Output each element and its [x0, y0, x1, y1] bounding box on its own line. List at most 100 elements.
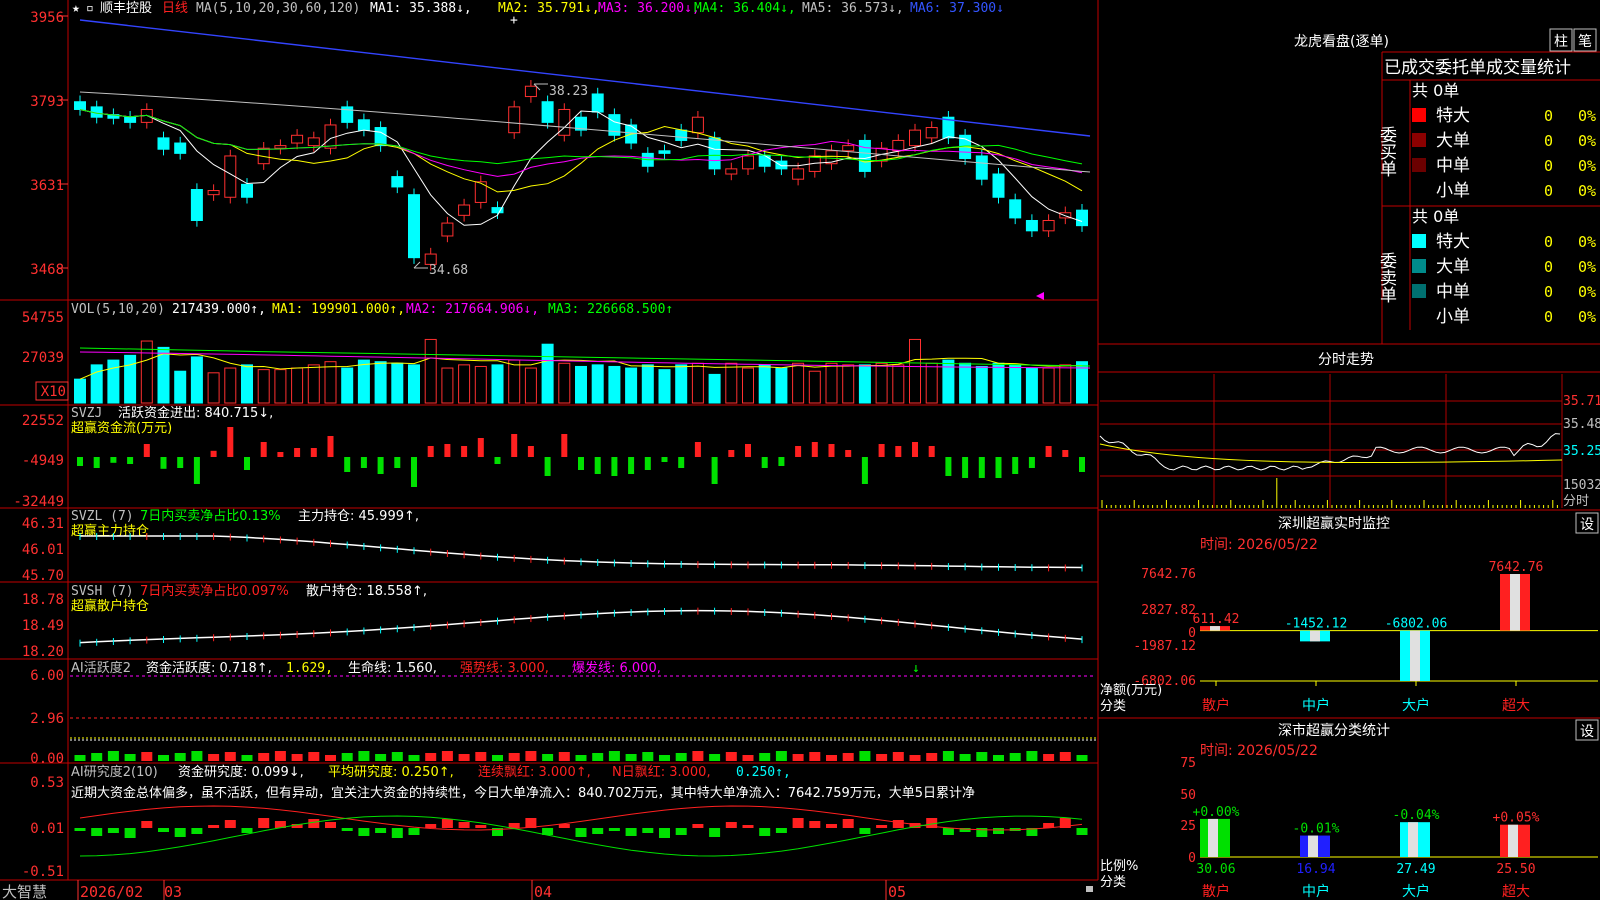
- ai2-label: AI研究度2(10): [71, 764, 158, 780]
- research-bar: [792, 818, 804, 828]
- activity-bar: [425, 753, 437, 761]
- activity-bar: [174, 753, 186, 761]
- activity-bar: [291, 754, 303, 761]
- fund-flow-bar: [360, 457, 367, 468]
- activity-bar: [308, 752, 320, 761]
- tab-bar-label[interactable]: 柱: [1554, 34, 1568, 50]
- activity-bar: [274, 751, 286, 761]
- lock-icon[interactable]: [1086, 886, 1093, 892]
- volume-bar: [1059, 364, 1072, 404]
- volume-bar: [1042, 367, 1055, 404]
- svzj-tick: -4949: [22, 453, 64, 469]
- category-label: 超大: [1502, 884, 1530, 900]
- fund-flow-bar: [177, 457, 184, 468]
- sz-settings-label[interactable]: 设: [1580, 517, 1594, 533]
- research-bar: [224, 820, 236, 828]
- svzj-subtitle: 超赢资金流(万元): [71, 420, 172, 436]
- activity-bar: [775, 751, 787, 761]
- volume-bar: [925, 362, 938, 404]
- research-bar: [558, 824, 570, 828]
- fund-flow-bar: [661, 457, 668, 462]
- volume-bar: [858, 364, 871, 404]
- order-pct: 0%: [1578, 157, 1596, 175]
- sc-settings-label[interactable]: 设: [1580, 724, 1594, 740]
- fund-flow-bar: [978, 457, 985, 478]
- research-bar: [158, 828, 169, 832]
- ai-activity-axis: 6.00 2.96 0.00: [30, 668, 64, 767]
- research-bar: [124, 828, 136, 838]
- sc-unit2: 分类: [1100, 875, 1126, 890]
- activity-bar: [642, 752, 654, 761]
- brand-label[interactable]: 大智慧: [2, 883, 47, 900]
- activity-bar: [191, 751, 203, 761]
- svzl-holding: 主力持仓: 45.999↑,: [298, 509, 419, 524]
- fund-flow-bar: [861, 457, 868, 484]
- volume-bar: [575, 365, 587, 404]
- candle: [1076, 209, 1088, 227]
- fund-flow-bar: [578, 457, 584, 470]
- ma1-value: MA1: 35.388↓,: [370, 1, 472, 16]
- candle: [458, 204, 471, 216]
- fund-flow-bar: [527, 446, 534, 457]
- category-label: 散户: [1202, 697, 1230, 714]
- volume-bar: [90, 364, 103, 404]
- order-color-swatch: [1412, 259, 1426, 273]
- svsh-subtitle: 超赢散户持仓: [71, 598, 149, 614]
- order-count: 0: [1544, 283, 1553, 301]
- candle: [391, 176, 404, 188]
- research-bar: [692, 824, 704, 828]
- fund-flow-bar: [795, 446, 802, 457]
- candle: [274, 145, 287, 149]
- ai1-activity: 资金活跃度: 0.718↑,: [146, 660, 272, 676]
- research-bar: [91, 828, 103, 836]
- candle: [307, 137, 320, 147]
- fund-flow-bar: [728, 450, 735, 457]
- research-bar: [826, 824, 837, 828]
- volume-bar: [691, 362, 704, 404]
- price-tick: 3631: [30, 178, 64, 194]
- side-total: 共 0单: [1412, 81, 1459, 100]
- sz-tick: 2827.82: [1141, 603, 1196, 618]
- ratio-bar-highlight: [1508, 824, 1518, 857]
- activity-bar: [358, 751, 370, 761]
- activity-bar: [926, 753, 938, 761]
- candle: [207, 190, 220, 196]
- ai2-tick: -0.51: [22, 864, 64, 880]
- activity-bar: [692, 751, 704, 761]
- activity-bar: [1026, 751, 1038, 761]
- stock-name[interactable]: 顺丰控股: [100, 1, 152, 16]
- vol-unit: X10: [41, 384, 66, 400]
- order-type: 特大: [1436, 106, 1470, 126]
- tab-tick-label[interactable]: 笔: [1578, 34, 1592, 50]
- intraday-title: 分时走势: [1318, 352, 1374, 368]
- fund-flow-bar: [110, 457, 117, 463]
- order-count: 0: [1544, 233, 1553, 251]
- activity-bar: [542, 754, 554, 761]
- fund-flow-bar: [962, 457, 969, 478]
- volume-bar: [508, 359, 521, 404]
- netflow-bar-highlight: [1310, 630, 1320, 642]
- fund-flow-bar: [227, 427, 234, 457]
- ratio-value: 27.49: [1396, 862, 1435, 877]
- volume-bar: [107, 359, 120, 404]
- volume-bar: [708, 373, 721, 404]
- activity-bar: [492, 755, 503, 761]
- fund-flow-bar: [561, 434, 568, 457]
- activity-bar: [592, 753, 604, 761]
- ai1-label: AI活跃度2: [71, 660, 131, 676]
- star-icon[interactable]: ★: [72, 1, 80, 16]
- price-tick: 3468: [30, 262, 64, 278]
- candle: [74, 101, 86, 110]
- side-total: 共 0单: [1412, 207, 1459, 226]
- side-label: 委卖单: [1376, 252, 1397, 303]
- svsh-tick: 18.49: [22, 618, 64, 634]
- activity-bar: [208, 754, 220, 761]
- period-label[interactable]: 日线: [162, 1, 188, 16]
- candle: [842, 145, 855, 152]
- sc-unit: 比例%: [1100, 859, 1138, 874]
- ai2-nday: N日飘红: 3.000,: [612, 764, 711, 780]
- ratio-bar-highlight: [1308, 835, 1318, 857]
- order-count: 0: [1544, 107, 1553, 125]
- candle: [725, 168, 738, 175]
- volume-bar: [909, 338, 921, 404]
